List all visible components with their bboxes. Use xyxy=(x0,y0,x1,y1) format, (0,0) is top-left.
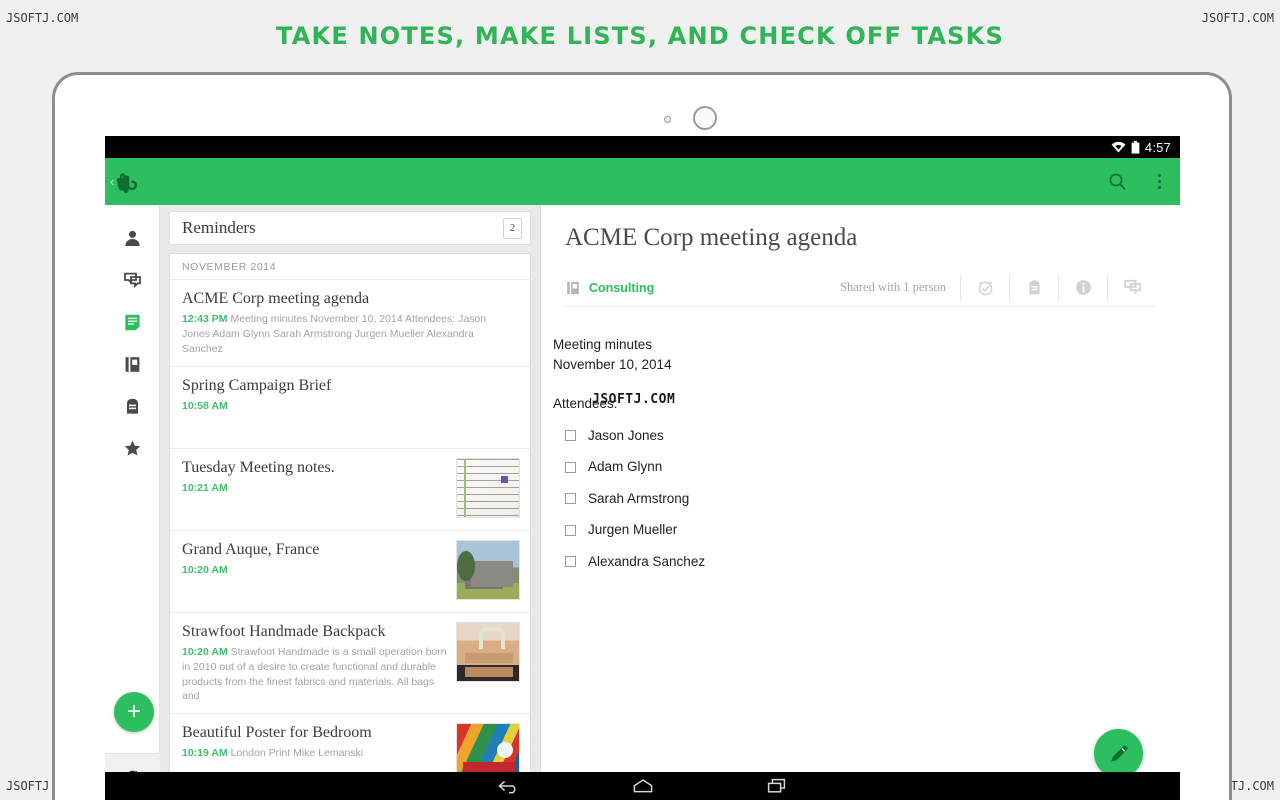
note-time: 12:43 PM xyxy=(182,313,228,325)
sidebar-item-tags[interactable] xyxy=(105,385,160,427)
list-item[interactable]: ACME Corp meeting agenda 12:43 PM Meetin… xyxy=(170,280,530,367)
reminders-row[interactable]: Reminders 2 xyxy=(169,211,531,245)
list-item[interactable]: Strawfoot Handmade Backpack 10:20 AM Str… xyxy=(170,613,530,715)
sidebar-item-notes[interactable] xyxy=(105,301,160,343)
home-icon[interactable] xyxy=(626,777,660,795)
checkbox[interactable] xyxy=(565,524,576,536)
reminder-alarm-icon[interactable] xyxy=(960,274,1009,301)
checkbox[interactable] xyxy=(565,493,576,505)
attendee-name: Sarah Armstrong xyxy=(588,490,690,506)
person-icon xyxy=(124,230,140,246)
list-section-header: NOVEMBER 2014 xyxy=(170,254,530,280)
search-icon[interactable] xyxy=(1096,172,1138,191)
android-nav-bar xyxy=(105,772,1180,800)
star-icon xyxy=(124,440,140,455)
checkbox[interactable] xyxy=(565,556,576,568)
shared-status: Shared with 1 person xyxy=(840,280,946,294)
note-meta: 10:20 AM xyxy=(182,563,450,578)
chat-icon[interactable] xyxy=(1107,274,1156,301)
sidebar-item-notebooks[interactable] xyxy=(105,343,160,385)
note-time: 10:19 AM xyxy=(182,747,228,760)
note-body[interactable]: Meeting minutes November 10, 2014 Attend… xyxy=(541,307,1180,572)
note-thumbnail xyxy=(456,457,520,518)
note-snippet: London Print Mike Lemanski xyxy=(230,747,364,760)
note-meta: 10:58 AM xyxy=(182,399,514,414)
promo-headline: TAKE NOTES, MAKE LISTS, AND CHECK OFF TA… xyxy=(276,22,1004,50)
sidebar-item-chat[interactable] xyxy=(105,259,160,301)
note-title: Tuesday Meeting notes. xyxy=(182,458,335,476)
watermark-overlay: JSOFTJ.COM xyxy=(592,392,676,407)
device-screen: 4:57 ‹ + Reminders 2 NOVEMBER 2014 ACME … xyxy=(105,136,1180,800)
sidebar-item-shortcuts[interactable] xyxy=(105,427,160,469)
checklist-item[interactable]: Sarah Armstrong xyxy=(553,489,1156,509)
recents-icon[interactable] xyxy=(760,777,794,795)
checklist-item[interactable]: Adam Glynn xyxy=(553,457,1156,477)
note-list-column: Reminders 2 NOVEMBER 2014 ACME Corp meet… xyxy=(160,205,540,800)
checkbox[interactable] xyxy=(565,429,576,441)
back-chevron-icon[interactable]: ‹ xyxy=(110,175,114,188)
note-time: 10:21 AM xyxy=(182,481,228,494)
attendee-name: Alexandra Sanchez xyxy=(588,553,706,569)
notebook-name: Consulting xyxy=(589,280,655,295)
new-note-fab[interactable]: + xyxy=(114,692,154,732)
checklist-item[interactable]: Jurgen Mueller xyxy=(553,520,1156,540)
chat-icon xyxy=(123,272,141,288)
attendee-name: Adam Glynn xyxy=(588,459,663,475)
note-time: 10:20 AM xyxy=(182,645,228,658)
note-title: Spring Campaign Brief xyxy=(182,376,332,394)
body-line-2: November 10, 2014 xyxy=(553,356,672,372)
note-meta: 10:19 AM London Print Mike Lemanski xyxy=(182,746,450,761)
sensor-dot-icon xyxy=(664,116,671,123)
page-title: ACME Corp meeting agenda xyxy=(565,224,858,251)
note-title: Grand Auque, France xyxy=(182,540,320,558)
notebook-icon xyxy=(567,281,579,294)
evernote-elephant-icon[interactable] xyxy=(116,170,138,194)
note-meta: 12:43 PM Meeting minutes November 10, 20… xyxy=(182,312,514,357)
note-thumbnail xyxy=(456,539,520,600)
notebook-chip[interactable]: Consulting xyxy=(565,280,654,296)
checklist-item[interactable]: Alexandra Sanchez xyxy=(553,552,1156,572)
checkbox[interactable] xyxy=(565,461,576,473)
note-snippet: Meeting minutes November 10, 2014 Attend… xyxy=(182,313,487,355)
battery-icon xyxy=(1131,140,1140,154)
wifi-icon xyxy=(1111,141,1126,153)
list-item[interactable]: Grand Auque, France 10:20 AM xyxy=(170,531,530,613)
page-root: JSOFTJ.COM JSOFTJ.COM JSOFTJ.COM JSOFTJ.… xyxy=(0,0,1280,800)
tag-icon[interactable] xyxy=(1009,274,1058,301)
info-icon[interactable] xyxy=(1058,274,1107,301)
checklist-item[interactable]: Jason Jones xyxy=(553,426,1156,446)
list-item[interactable]: Spring Campaign Brief 10:58 AM xyxy=(170,367,530,449)
tag-icon xyxy=(126,398,138,414)
app-bar: ‹ xyxy=(105,158,1180,205)
note-title: Strawfoot Handmade Backpack xyxy=(182,622,386,640)
list-item[interactable]: Tuesday Meeting notes. 10:21 AM xyxy=(170,449,530,531)
note-toolbar: Consulting Shared with 1 person xyxy=(565,269,1156,307)
note-title: Beautiful Poster for Bedroom xyxy=(182,724,372,742)
front-camera-icon xyxy=(693,106,717,130)
notebook-icon xyxy=(125,356,139,372)
body-line-1: Meeting minutes xyxy=(553,337,653,352)
reminders-count-badge: 2 xyxy=(503,217,522,239)
app-content: + Reminders 2 NOVEMBER 2014 ACME Corp me… xyxy=(105,205,1180,800)
back-arrow-icon[interactable] xyxy=(492,777,526,795)
attendee-name: Jason Jones xyxy=(588,427,664,443)
note-list-card: NOVEMBER 2014 ACME Corp meeting agenda 1… xyxy=(169,253,531,798)
attendee-name: Jurgen Mueller xyxy=(588,522,678,538)
note-detail-pane: ACME Corp meeting agenda Consulting Shar… xyxy=(540,205,1180,800)
edit-note-fab[interactable] xyxy=(1094,729,1143,778)
note-title: ACME Corp meeting agenda xyxy=(182,290,370,307)
reminders-label: Reminders xyxy=(182,218,256,237)
navigation-rail: + xyxy=(105,205,160,800)
android-status-bar: 4:57 xyxy=(105,136,1180,158)
note-meta: 10:20 AM Strawfoot Handmade is a small o… xyxy=(182,645,450,705)
note-thumbnail xyxy=(456,621,520,682)
sidebar-item-account[interactable] xyxy=(105,217,160,259)
note-time: 10:20 AM xyxy=(182,563,228,576)
note-meta: 10:21 AM xyxy=(182,481,450,496)
note-time: 10:58 AM xyxy=(182,399,228,412)
note-icon xyxy=(124,314,140,330)
pencil-icon xyxy=(1110,745,1128,762)
status-clock: 4:57 xyxy=(1144,139,1171,155)
overflow-menu-icon[interactable] xyxy=(1138,174,1180,189)
